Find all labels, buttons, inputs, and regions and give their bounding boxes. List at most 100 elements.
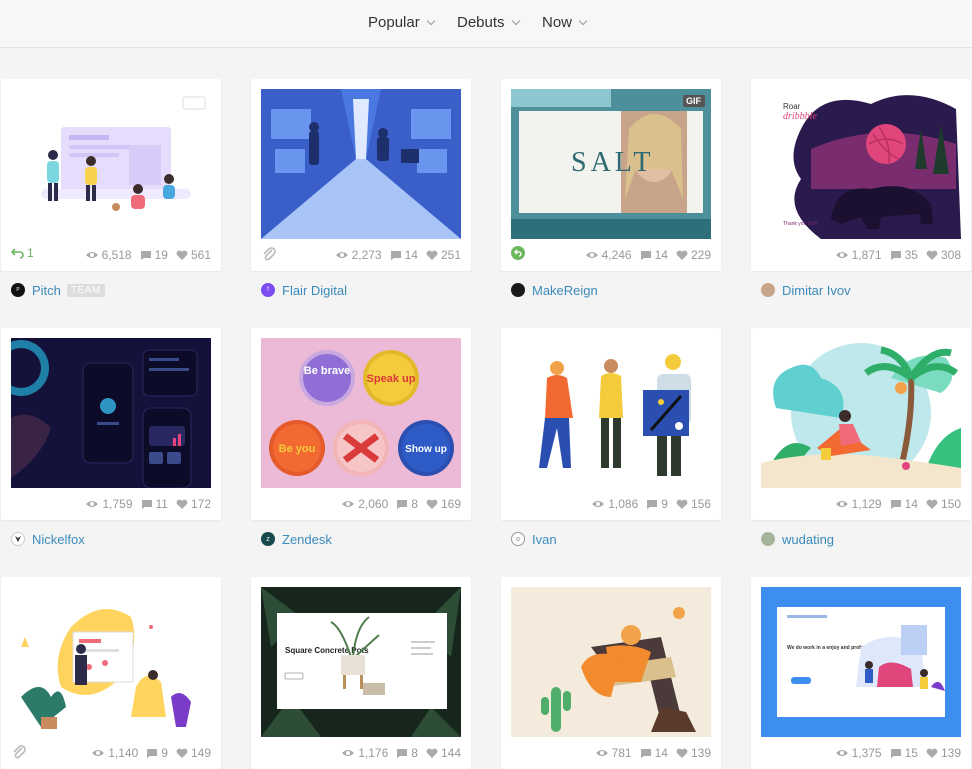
comments-stat[interactable]: 14 xyxy=(640,746,668,760)
attachment-indicator[interactable] xyxy=(261,246,277,262)
eye-icon xyxy=(335,252,348,258)
comment-icon xyxy=(390,250,401,260)
author-link[interactable]: wudating xyxy=(782,532,834,547)
shot-thumbnail[interactable]: SALT GIF xyxy=(511,89,711,239)
shot-thumbnail[interactable]: Square Concrete Pots xyxy=(261,587,461,737)
author-link[interactable]: Pitch xyxy=(32,283,61,298)
shot-card[interactable]: 2,273 14 251 xyxy=(251,79,471,271)
author-link[interactable]: Flair Digital xyxy=(282,283,347,298)
avatar[interactable]: f xyxy=(261,283,275,297)
likes-count: 144 xyxy=(440,746,461,760)
shot-thumbnail[interactable] xyxy=(11,89,211,239)
comments-stat[interactable]: 14 xyxy=(640,248,668,262)
comments-stat[interactable]: 9 xyxy=(146,746,168,760)
likes-count: 149 xyxy=(190,746,211,760)
heart-icon xyxy=(176,250,188,260)
likes-stat[interactable]: 251 xyxy=(426,248,461,262)
shot-attribution: f Flair Digital xyxy=(261,281,347,299)
shot-card[interactable]: 1,759 11 172 xyxy=(1,328,221,520)
shot-thumbnail[interactable] xyxy=(761,338,961,488)
likes-stat[interactable]: 156 xyxy=(676,497,711,511)
shot-thumbnail[interactable] xyxy=(11,587,211,737)
comments-stat[interactable]: 19 xyxy=(140,248,168,262)
comments-stat[interactable]: 35 xyxy=(890,248,918,262)
likes-stat[interactable]: 172 xyxy=(176,497,211,511)
heart-icon xyxy=(676,748,688,758)
likes-count: 139 xyxy=(940,746,961,760)
views-stat: 781 xyxy=(595,746,632,760)
rebound-indicator[interactable] xyxy=(511,246,525,260)
comments-count: 11 xyxy=(155,497,168,511)
comments-stat[interactable]: 14 xyxy=(390,248,418,262)
comments-count: 14 xyxy=(404,248,418,262)
comment-icon xyxy=(141,499,152,509)
comments-count: 8 xyxy=(411,497,418,511)
comment-icon xyxy=(890,499,901,509)
shot-thumbnail[interactable]: Roar dribbble Thank you Dzh! xyxy=(761,89,961,239)
comment-icon xyxy=(397,499,408,509)
shot-thumbnail[interactable] xyxy=(511,338,711,488)
shot-thumbnail[interactable] xyxy=(11,338,211,488)
sort-label: Popular xyxy=(368,14,420,31)
shot-thumbnail[interactable]: Be brave Speak up Be you Show up xyxy=(261,338,461,488)
comments-stat[interactable]: 14 xyxy=(890,497,918,511)
avatar[interactable]: ☺ xyxy=(511,532,525,546)
shot-card[interactable]: 781 14 139 xyxy=(501,577,721,769)
likes-count: 156 xyxy=(690,497,711,511)
shot-stats: 4,246 14 229 xyxy=(511,246,711,264)
comments-stat[interactable]: 15 xyxy=(890,746,918,760)
likes-stat[interactable]: 139 xyxy=(676,746,711,760)
avatar[interactable]: z xyxy=(261,532,275,546)
button-text-be-brave: Be brave xyxy=(304,365,350,377)
author-link[interactable]: Nickelfox xyxy=(32,532,85,547)
shot-card[interactable]: SALT GIF 4,246 14 229 xyxy=(501,79,721,271)
comments-stat[interactable]: 8 xyxy=(396,746,418,760)
shot-attribution: P Pitch TEAM xyxy=(11,281,105,299)
avatar[interactable] xyxy=(511,283,525,297)
author-link[interactable]: MakeReign xyxy=(532,283,598,298)
comments-stat[interactable]: 8 xyxy=(396,497,418,511)
rebound-arrow-icon xyxy=(11,248,24,259)
comments-stat[interactable]: 9 xyxy=(646,497,668,511)
shot-thumbnail[interactable] xyxy=(261,89,461,239)
likes-stat[interactable]: 139 xyxy=(926,746,961,760)
likes-stat[interactable]: 144 xyxy=(426,746,461,760)
shot-card[interactable]: 1,086 9 156 xyxy=(501,328,721,520)
avatar[interactable]: P xyxy=(11,283,25,297)
likes-stat[interactable]: 229 xyxy=(676,248,711,262)
avatar[interactable] xyxy=(761,532,775,546)
shot-card[interactable]: 1 6,518 19 561 xyxy=(1,79,221,271)
author-link[interactable]: Dimitar Ivov xyxy=(782,283,851,298)
likes-stat[interactable]: 308 xyxy=(926,248,961,262)
attachment-indicator[interactable] xyxy=(11,744,27,760)
avatar[interactable] xyxy=(11,532,25,546)
author-link[interactable]: Zendesk xyxy=(282,532,332,547)
shot-thumbnail[interactable]: We do work in a enjoy and professional m… xyxy=(761,587,961,737)
shot-card[interactable]: 1,129 14 150 xyxy=(751,328,971,520)
shot-thumbnail[interactable] xyxy=(511,587,711,737)
avatar[interactable] xyxy=(761,283,775,297)
list-dropdown[interactable]: Debuts xyxy=(457,14,520,31)
filter-bar: Popular Debuts Now xyxy=(0,0,972,48)
shot-card[interactable]: 1,140 9 149 xyxy=(1,577,221,769)
shot-card[interactable]: Roar dribbble Thank you Dzh! 1,871 35 30… xyxy=(751,79,971,271)
eye-icon xyxy=(342,750,355,756)
shot-card[interactable]: Square Concrete Pots 1,176 8 144 xyxy=(251,577,471,769)
shot-attribution: wudating xyxy=(761,530,834,548)
comments-count: 8 xyxy=(411,746,418,760)
heart-icon xyxy=(426,748,438,758)
comments-stat[interactable]: 11 xyxy=(141,497,168,511)
shot-card[interactable]: We do work in a enjoy and professional m… xyxy=(751,577,971,769)
views-stat: 1,086 xyxy=(591,497,638,511)
likes-count: 139 xyxy=(690,746,711,760)
rebound-indicator[interactable]: 1 xyxy=(11,246,34,260)
author-link[interactable]: Ivan xyxy=(532,532,557,547)
timeframe-dropdown[interactable]: Now xyxy=(542,14,588,31)
likes-stat[interactable]: 150 xyxy=(926,497,961,511)
shot-card[interactable]: Be brave Speak up Be you Show up 2,060 8… xyxy=(251,328,471,520)
likes-stat[interactable]: 561 xyxy=(176,248,211,262)
shot-stats: 1,086 9 156 xyxy=(511,495,711,513)
likes-stat[interactable]: 169 xyxy=(426,497,461,511)
likes-stat[interactable]: 149 xyxy=(176,746,211,760)
sort-dropdown[interactable]: Popular xyxy=(368,14,435,31)
